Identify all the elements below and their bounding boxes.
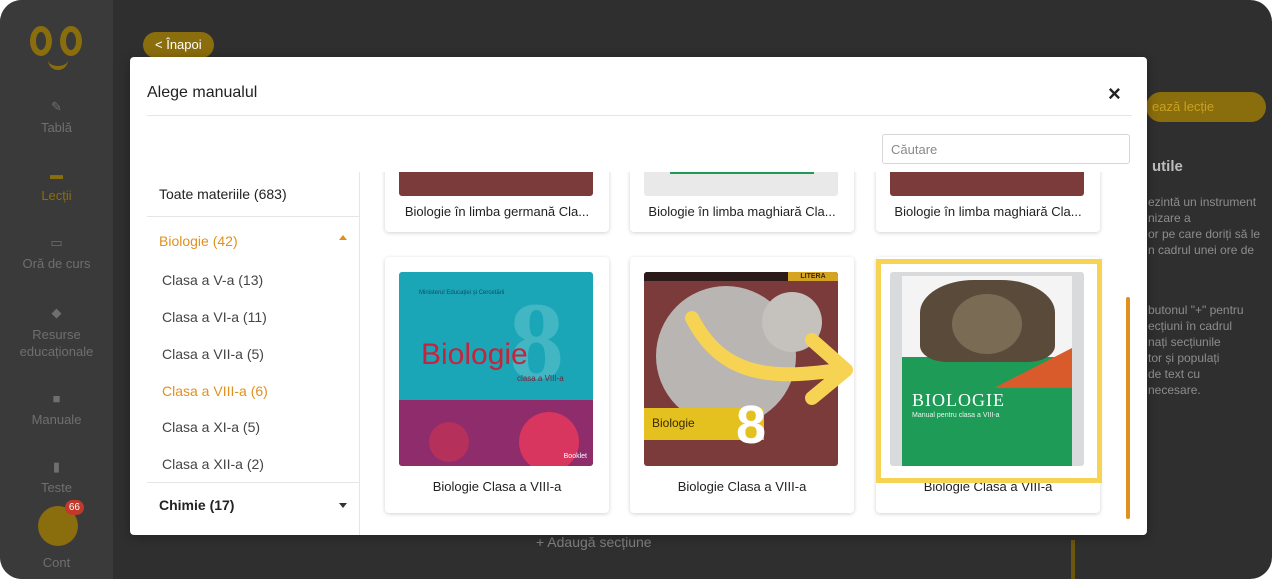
cover-publisher: LITERA xyxy=(788,272,838,281)
cover-art xyxy=(429,422,469,462)
sidebar-item-label: Teste xyxy=(40,480,73,495)
sidebar-item-label: Manuale xyxy=(31,412,82,427)
sidebar-item-label: Resurse educaționale xyxy=(19,327,94,359)
cover-title: Biologie xyxy=(421,338,528,371)
divider xyxy=(147,482,359,483)
sidebar-item-label: Tablă xyxy=(40,120,73,135)
book-card[interactable]: LITERA Biologie 8 Biologie Clasa a VIII-… xyxy=(630,257,854,513)
back-button[interactable]: < Înapoi xyxy=(143,32,214,58)
book-title: Biologie în limba germană Cla... xyxy=(404,204,590,219)
book-cover xyxy=(890,172,1084,196)
divider xyxy=(147,216,359,217)
useful-info-title: utile xyxy=(1152,158,1183,175)
grade-item-active[interactable]: Clasa a VIII-a (6) xyxy=(162,383,268,399)
book-card[interactable]: Biologie în limba maghiară Cla... xyxy=(630,172,854,232)
save-lesson-button[interactable]: ează lecție xyxy=(1146,92,1266,122)
grade-item[interactable]: Clasa a XI-a (5) xyxy=(162,419,260,435)
book-title: Biologie Clasa a VIII-a xyxy=(677,479,807,494)
book-card[interactable]: Biologie în limba germană Cla... xyxy=(385,172,609,232)
app-frame: ✎ Tablă ▬ Lecții ▭ Oră de curs ◆ Resurse… xyxy=(0,0,1272,579)
sidebar-item-ora-de-curs[interactable]: ▭ Oră de curs xyxy=(0,235,113,272)
book-title: Biologie Clasa a VIII-a xyxy=(432,479,562,494)
category-all-subjects[interactable]: Toate materiile (683) xyxy=(159,186,287,202)
cover-publisher: Booklet xyxy=(563,453,587,460)
cover-title: Biologie xyxy=(652,416,695,430)
notification-count-badge: 66 xyxy=(64,500,84,515)
book-cover xyxy=(399,172,593,196)
timeline-line xyxy=(1071,540,1075,579)
folder-icon: ▬ xyxy=(50,167,63,182)
add-section-button[interactable]: + Adaugă secțiune xyxy=(536,534,652,550)
sidebar-item-label: Lecții xyxy=(41,188,72,203)
sidebar-item-label: Oră de curs xyxy=(22,256,91,271)
cover-grade-number: 8 xyxy=(736,395,767,455)
divider xyxy=(147,115,1132,116)
book-cover xyxy=(644,172,838,196)
scrollbar-thumb[interactable] xyxy=(1126,297,1130,519)
cube-icon: ◆ xyxy=(51,305,62,320)
account-avatar[interactable]: 66 xyxy=(38,500,84,546)
book-cover: LITERA Biologie 8 xyxy=(644,272,838,466)
grade-item[interactable]: Clasa a VII-a (5) xyxy=(162,346,264,362)
sidebar-item-resurse[interactable]: ◆ Resurse educaționale xyxy=(0,306,113,360)
category-list: Toate materiile (683) Biologie (42) Clas… xyxy=(147,172,360,535)
cover-ministry-text: Ministerul Educației și Cercetării xyxy=(419,290,505,296)
category-chemistry[interactable]: Chimie (17) xyxy=(159,497,234,513)
selection-highlight xyxy=(876,259,1102,483)
cover-subtitle: clasa a VIII-a xyxy=(517,374,564,383)
grade-item[interactable]: Clasa a XII-a (2) xyxy=(162,456,264,472)
book-card[interactable]: Ministerul Educației și Cercetării 8 Bio… xyxy=(385,257,609,513)
sidebar: ✎ Tablă ▬ Lecții ▭ Oră de curs ◆ Resurse… xyxy=(0,0,113,579)
app-logo[interactable] xyxy=(30,26,86,70)
useful-info-text: ezintă un instrument nizare a or pe care… xyxy=(1148,195,1261,257)
modal-title: Alege manualul xyxy=(147,84,258,101)
category-biology[interactable]: Biologie (42) xyxy=(159,233,238,249)
book-card[interactable]: Biologie în limba maghiară Cla... xyxy=(876,172,1100,232)
book-cover: Ministerul Educației și Cercetării 8 Bio… xyxy=(399,272,593,466)
logo-smile xyxy=(48,56,68,70)
chevron-up-icon[interactable] xyxy=(339,235,347,240)
pencil-icon: ✎ xyxy=(51,99,62,114)
document-icon: ▮ xyxy=(52,459,61,474)
search-input[interactable] xyxy=(882,134,1130,164)
sidebar-item-label: Cont xyxy=(42,555,71,570)
logo-eye-left xyxy=(30,26,52,56)
sidebar-item-tabla[interactable]: ✎ Tablă xyxy=(0,99,113,136)
grade-item[interactable]: Clasa a V-a (13) xyxy=(162,272,263,288)
cover-art xyxy=(762,292,822,352)
logo-eye-right xyxy=(60,26,82,56)
cover-art xyxy=(670,172,814,174)
chevron-down-icon[interactable] xyxy=(339,503,347,508)
book-title: Biologie în limba maghiară Cla... xyxy=(648,204,836,219)
grade-item[interactable]: Clasa a VI-a (11) xyxy=(162,309,267,325)
close-icon[interactable]: × xyxy=(1108,81,1121,107)
book-title: Biologie în limba maghiară Cla... xyxy=(894,204,1082,219)
useful-info-text: butonul "+" pentru ecțiuni în cadrul naț… xyxy=(1148,303,1244,397)
sidebar-item-teste[interactable]: ▮ Teste xyxy=(0,459,113,496)
sidebar-item-cont[interactable]: Cont xyxy=(0,555,113,570)
book-icon: ■ xyxy=(52,391,61,406)
sidebar-item-lectii[interactable]: ▬ Lecții xyxy=(0,167,113,204)
presentation-icon: ▭ xyxy=(50,235,63,250)
sidebar-item-manuale[interactable]: ■ Manuale xyxy=(0,391,113,428)
